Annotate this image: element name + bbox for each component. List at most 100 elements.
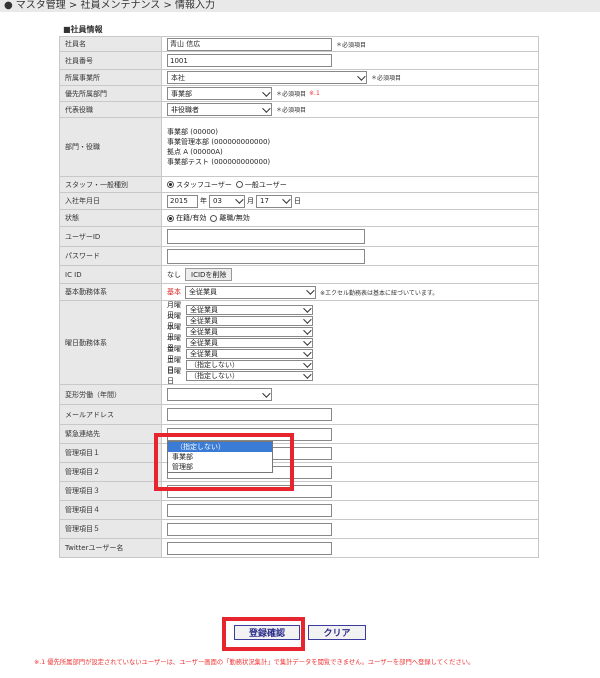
required-note: ＊必須項目 [276, 107, 307, 114]
label-status: 状態 [60, 210, 162, 226]
breadcrumb: ● マスタ管理 > 社員メンテナンス > 情報入力 [4, 0, 216, 11]
join-year-input[interactable]: 2015 [167, 194, 198, 208]
row-staff-type: スタッフ・一般種別 スタッフユーザー 一般ユーザー [59, 177, 539, 193]
weekday-select[interactable]: 全従業員 [186, 314, 313, 326]
weekday-select[interactable]: 全従業員 [186, 347, 313, 359]
weekday-select[interactable]: 全従業員 [186, 325, 313, 337]
chevron-down-icon [303, 358, 312, 368]
row-dept-role: 部門・役職 事業部 (00000) 事業管理本部 (000000000000) … [59, 118, 539, 177]
list-item: 拠点 A (00000A) [167, 148, 223, 156]
label-weekday-work: 曜日勤務体系 [60, 301, 162, 384]
label-m3: 管理項目３ [60, 482, 162, 500]
row-emergency: 緊急連絡先 [59, 425, 539, 444]
weekday-select[interactable]: 全従業員 [186, 303, 313, 315]
m5-input[interactable] [167, 522, 332, 536]
base-work-note: ※エクセル勤務表は基本に紐づいています。 [320, 289, 439, 297]
chevron-down-icon [303, 314, 312, 324]
row-role: 代表役職 非役職者 ＊必須項目 [59, 102, 539, 118]
chevron-down-icon [262, 388, 271, 398]
required-note: ＊必須項目 [371, 75, 402, 82]
chevron-down-icon [303, 336, 312, 346]
radio-unselected-icon [235, 181, 243, 188]
chevron-down-icon [306, 286, 315, 295]
label-email: メールアドレス [60, 405, 162, 424]
number-input[interactable]: 1001 [167, 54, 332, 67]
radio-general-user[interactable]: 一般ユーザー [235, 180, 287, 190]
row-email: メールアドレス [59, 405, 539, 425]
email-input[interactable] [167, 408, 332, 421]
flex-work-select[interactable] [167, 388, 272, 401]
label-user-id: ユーザーID [60, 227, 162, 246]
list-item: 事業管理本部 (000000000000) [167, 138, 271, 146]
role-select[interactable]: 非役職者 [167, 103, 272, 116]
required-note: ＊必須項目 [336, 41, 367, 49]
user-id-input[interactable] [167, 229, 365, 244]
label-dept: 優先所属部門 [60, 86, 162, 101]
label-dept-role: 部門・役職 [60, 118, 162, 176]
label-m1: 管理項目１ [60, 444, 162, 462]
label-role: 代表役職 [60, 102, 162, 117]
label-flex-work: 変形労働（年間） [60, 385, 162, 404]
row-weekday-work: 曜日勤務体系 月曜日 全従業員 火曜日 全従業員 水曜日 全従業員 木曜日 全従業員 金… [59, 301, 539, 385]
label-m4: 管理項目４ [60, 501, 162, 519]
name-input[interactable]: 青山 信広 [167, 37, 332, 51]
weekday-list: 月曜日 全従業員 火曜日 全従業員 水曜日 全従業員 木曜日 全従業員 金曜日 全従業員 … [167, 301, 313, 385]
row-m4: 管理項目４ [59, 501, 539, 520]
chevron-down-icon [303, 303, 312, 313]
row-m3: 管理項目３ [59, 482, 539, 501]
row-name: 社員名 青山 信広 ＊必須項目 [59, 36, 539, 52]
row-status: 状態 在籍/有効 離職/無効 [59, 210, 539, 227]
label-twitter: Twitterユーザー名 [60, 539, 162, 557]
twitter-input[interactable] [167, 541, 332, 555]
radio-unselected-icon [210, 214, 218, 222]
list-item: 日曜日 （指定しない） [167, 367, 313, 385]
footnote: ※.1 優先所属部門が設定されていないユーザーは、ユーザー画面の「勤務状況集計」… [34, 659, 475, 666]
radio-active[interactable]: 在籍/有効 [167, 213, 206, 223]
label-join-date: 入社年月日 [60, 193, 162, 209]
chevron-down-icon [282, 195, 291, 204]
radio-selected-icon [167, 214, 174, 222]
chevron-down-icon [235, 195, 244, 204]
row-base-work: 基本勤務体系 基本 全従業員 ※エクセル勤務表は基本に紐づいています。 [59, 284, 539, 301]
row-user-id: ユーザーID [59, 227, 539, 247]
radio-inactive[interactable]: 離職/無効 [210, 213, 250, 223]
password-input[interactable] [167, 248, 365, 264]
required-note: ＊必須項目 [276, 91, 307, 98]
row-dept: 優先所属部門 事業部 ＊必須項目 ※.1 [59, 86, 539, 102]
weekday-select[interactable]: 全従業員 [186, 336, 313, 348]
list-item: 金曜日 全従業員 [167, 345, 313, 363]
year-label: 年 [200, 197, 207, 205]
base-tag: 基本 [167, 288, 181, 296]
radio-staff-user[interactable]: スタッフユーザー [167, 180, 232, 190]
base-work-select[interactable]: 全従業員 [185, 285, 316, 299]
month-label: 月 [247, 197, 254, 205]
label-password: パスワード [60, 247, 162, 265]
dept-role-list: 事業部 (00000) 事業管理本部 (000000000000) 拠点 A (… [167, 123, 270, 171]
chevron-down-icon [303, 369, 312, 379]
highlight-box [222, 617, 305, 651]
list-item: 水曜日 全従業員 [167, 323, 313, 341]
highlight-box [154, 433, 294, 491]
label-base-work: 基本勤務体系 [60, 284, 162, 300]
row-ic-id: IC ID なし ICIDを削除 [59, 266, 539, 284]
chevron-down-icon [357, 71, 366, 81]
list-item: 事業部 (00000) [167, 128, 218, 136]
weekday-select[interactable]: （指定しない） [186, 358, 313, 370]
m4-input[interactable] [167, 503, 332, 517]
label-name: 社員名 [60, 37, 162, 51]
clear-button[interactable]: クリア [308, 625, 366, 640]
dept-select[interactable]: 事業部 [167, 87, 272, 100]
join-day-select[interactable]: 17 [256, 194, 292, 208]
list-item: 事業部テスト (000000000000) [167, 158, 271, 166]
row-flex-work: 変形労働（年間） [59, 385, 539, 405]
office-select[interactable]: 本社 [167, 71, 367, 84]
row-number: 社員番号 1001 [59, 52, 539, 70]
row-m5: 管理項目５ [59, 520, 539, 539]
row-twitter: Twitterユーザー名 [59, 539, 539, 558]
label-office: 所属事業所 [60, 70, 162, 85]
delete-icid-button[interactable]: ICIDを削除 [185, 268, 233, 281]
weekday-select[interactable]: （指定しない） [186, 369, 313, 381]
join-month-select[interactable]: 03 [209, 194, 245, 208]
row-office: 所属事業所 本社 ＊必須項目 [59, 70, 539, 86]
radio-selected-icon [167, 181, 174, 188]
